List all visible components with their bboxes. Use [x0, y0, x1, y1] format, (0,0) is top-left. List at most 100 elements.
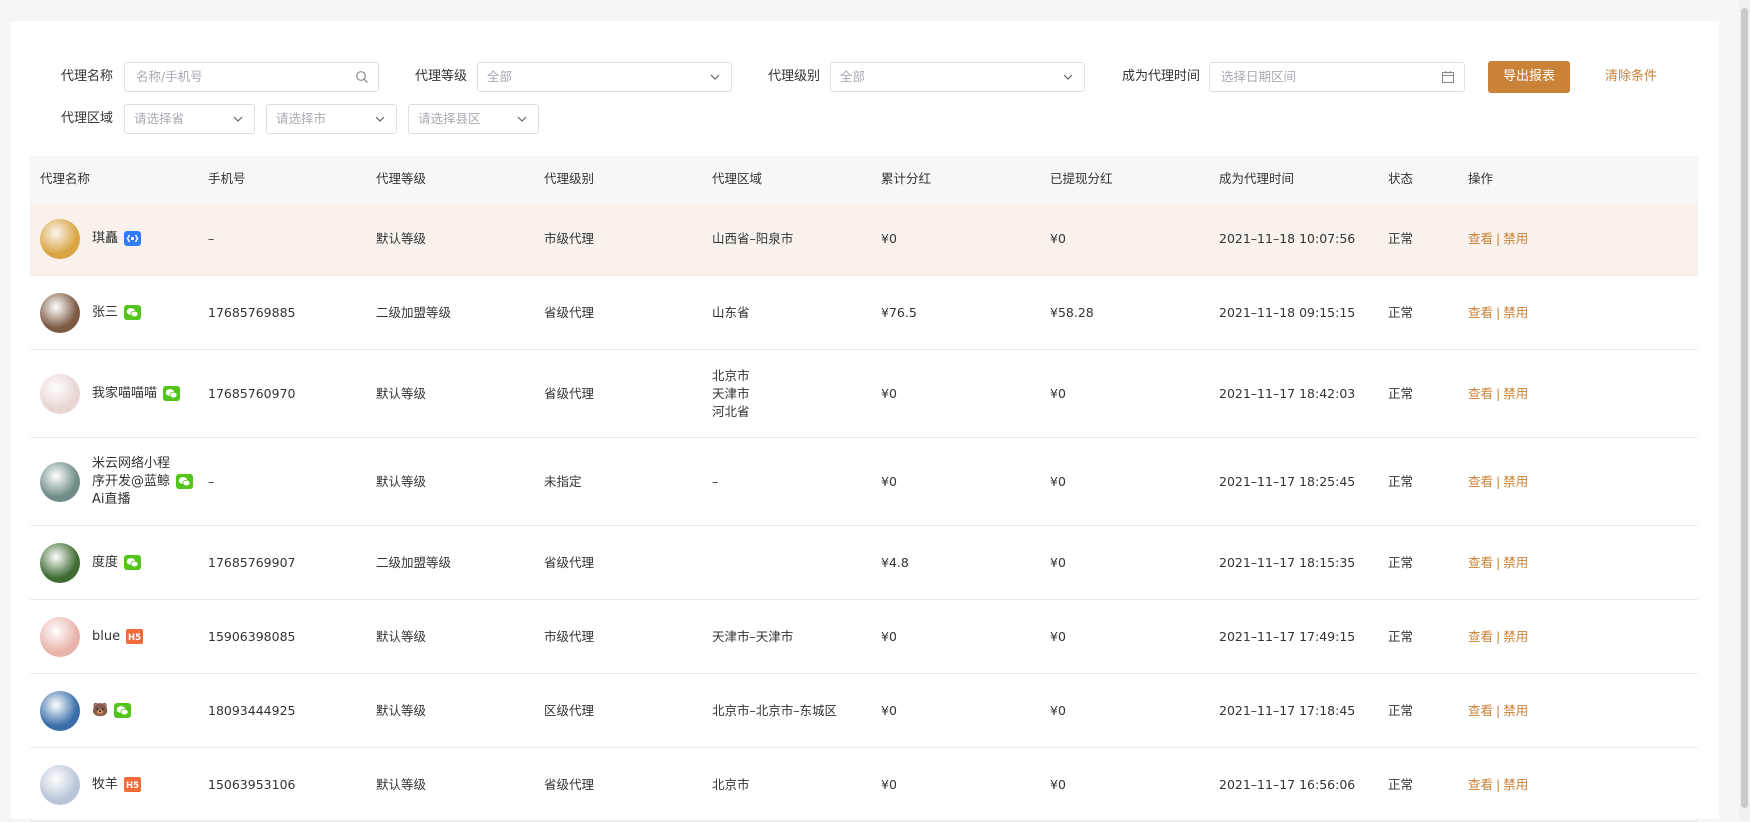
wechat-icon	[124, 555, 142, 570]
calendar-icon[interactable]	[1441, 70, 1455, 84]
level-cell: 市级代理	[544, 230, 595, 246]
grade-cell: 默认等级	[376, 628, 427, 644]
total-dividend-cell: ¥76.5	[881, 304, 917, 320]
agent-level-select[interactable]: 全部	[830, 62, 1085, 92]
svg-text:H5: H5	[128, 633, 141, 643]
view-link[interactable]: 查看	[1468, 703, 1493, 718]
view-link[interactable]: 查看	[1468, 305, 1493, 320]
agent-level-value: 全部	[840, 69, 866, 84]
wechat-icon	[114, 703, 132, 718]
level-cell: 未指定	[544, 473, 582, 489]
region-line: 北京市	[712, 776, 750, 792]
disable-link[interactable]: 禁用	[1503, 305, 1528, 320]
view-link[interactable]: 查看	[1468, 777, 1493, 792]
col-total-dividend: 累计分红	[881, 171, 932, 186]
level-cell: 市级代理	[544, 628, 595, 644]
table-row[interactable]: 琪矗 – 默认等级 市级代理 山西省–阳泉市 ¥0 ¥0 2021–11–18 10:07:5…	[30, 202, 1698, 276]
city-select[interactable]: 请选择市	[266, 104, 397, 134]
disable-link[interactable]: 禁用	[1503, 629, 1528, 644]
join-time-cell: 2021–11–17 18:15:35	[1219, 554, 1356, 570]
region-cell: –	[712, 473, 718, 491]
search-placeholder: 名称/手机号	[136, 69, 203, 84]
phone-cell: 17685760970	[208, 385, 296, 401]
wechat-icon	[124, 305, 142, 320]
view-link[interactable]: 查看	[1468, 231, 1493, 246]
disable-link[interactable]: 禁用	[1503, 555, 1528, 570]
level-cell: 省级代理	[544, 385, 595, 401]
region-label: 代理区域	[61, 111, 114, 126]
agent-name-label: 代理名称	[61, 69, 114, 84]
agent-list-panel: 代理名称 名称/手机号 代理等级 全部 代理级别 全部 成为代理时间 选择日期区…	[11, 21, 1719, 822]
agent-name-cell: 度度	[92, 554, 142, 572]
mini-program-icon	[124, 231, 142, 246]
export-report-button[interactable]: 导出报表	[1488, 61, 1570, 93]
view-link[interactable]: 查看	[1468, 629, 1493, 644]
action-separator: |	[1496, 776, 1501, 792]
total-dividend-cell: ¥0	[881, 702, 897, 718]
grade-cell: 默认等级	[376, 473, 427, 489]
county-select[interactable]: 请选择县区	[408, 104, 539, 134]
agent-name: 米云网络小程 序开发@蓝鲸 Ai直播	[92, 455, 170, 509]
col-region: 代理区域	[712, 171, 763, 186]
col-actions: 操作	[1468, 171, 1494, 186]
disable-link[interactable]: 禁用	[1503, 386, 1528, 401]
region-cell: 北京市	[712, 776, 750, 794]
join-time-cell: 2021–11–17 17:49:15	[1219, 628, 1356, 644]
table-row[interactable]: 我家喵喵喵 17685760970 默认等级 省级代理 北京市 天津市 河北省 ¥0 ¥0 202…	[30, 350, 1698, 438]
agent-grade-select[interactable]: 全部	[477, 62, 732, 92]
agent-name: 牧羊	[92, 776, 119, 792]
region-cell: 天津市–天津市	[712, 628, 793, 646]
agent-name: 我家喵喵喵	[92, 385, 158, 401]
table-row[interactable]: 张三 17685769885 二级加盟等级 省级代理 山东省 ¥76.5 ¥58.28 202…	[30, 276, 1698, 350]
agent-grade-label: 代理等级	[415, 69, 468, 84]
table-row[interactable]: 度度 17685769907 二级加盟等级 省级代理 ¥4.8 ¥0 2021–11–17 …	[30, 526, 1698, 600]
disable-link[interactable]: 禁用	[1503, 474, 1528, 489]
view-link[interactable]: 查看	[1468, 386, 1493, 401]
province-select[interactable]: 请选择省	[124, 104, 255, 134]
disable-link[interactable]: 禁用	[1503, 703, 1528, 718]
page-scrollbar[interactable]	[1739, 0, 1750, 819]
col-status: 状态	[1388, 171, 1414, 186]
agent-name-cell: 张三	[92, 304, 142, 322]
total-dividend-cell: ¥0	[881, 473, 897, 489]
status-cell: 正常	[1388, 702, 1414, 718]
table-row[interactable]: 🐻 18093444925 默认等级 区级代理 北京市–北京市–东城区 ¥0 ¥0 2021–…	[30, 674, 1698, 748]
clear-filters-button[interactable]: 清除条件	[1605, 60, 1657, 94]
search-icon[interactable]	[355, 70, 369, 84]
action-separator: |	[1496, 554, 1501, 570]
join-time-cell: 2021–11–17 18:42:03	[1219, 385, 1356, 401]
city-placeholder: 请选择市	[276, 111, 327, 126]
county-placeholder: 请选择县区	[418, 111, 481, 126]
agent-name-cell: blue H5	[92, 628, 144, 646]
disable-link[interactable]: 禁用	[1503, 777, 1528, 792]
agent-name-cell: 我家喵喵喵	[92, 385, 181, 403]
region-cell: 山西省–阳泉市	[712, 230, 793, 248]
region-line: 山西省–阳泉市	[712, 230, 794, 246]
actions-cell: 查看 | 禁用	[1468, 554, 1528, 572]
withdrawn-dividend-cell: ¥0	[1050, 230, 1066, 246]
scrollbar-thumb[interactable]	[1741, 8, 1748, 808]
view-link[interactable]: 查看	[1468, 555, 1493, 570]
status-cell: 正常	[1388, 628, 1414, 644]
grade-cell: 默认等级	[376, 776, 427, 792]
agent-grade-value: 全部	[487, 69, 513, 84]
agent-name: 度度	[92, 554, 119, 570]
table-row[interactable]: 牧羊 H5 15063953106 默认等级 省级代理 北京市 ¥0 ¥0 2021–11–17…	[30, 748, 1698, 822]
date-range-input[interactable]: 选择日期区间	[1209, 62, 1465, 92]
status-cell: 正常	[1388, 385, 1414, 401]
table-row[interactable]: 米云网络小程 序开发@蓝鲸 Ai直播 – 默认等级 未指定 – ¥0 ¥0 2021–11–17 …	[30, 438, 1698, 526]
region-line: 北京市–北京市–东城区	[712, 702, 838, 718]
agent-table: 代理名称 手机号 代理等级 代理级别 代理区域 累计分红 已提现分红 成为代理时…	[30, 156, 1698, 822]
agent-name-search-input[interactable]: 名称/手机号	[124, 62, 379, 92]
total-dividend-cell: ¥0	[881, 628, 897, 644]
phone-cell: 15906398085	[208, 628, 296, 644]
total-dividend-cell: ¥4.8	[881, 554, 909, 570]
disable-link[interactable]: 禁用	[1503, 231, 1528, 246]
agent-name: 🐻	[92, 702, 109, 718]
table-row[interactable]: blue H5 15906398085 默认等级 市级代理 天津市–天津市 ¥0 ¥0 2021…	[30, 600, 1698, 674]
total-dividend-cell: ¥0	[881, 230, 897, 246]
phone-cell: –	[208, 230, 215, 246]
view-link[interactable]: 查看	[1468, 474, 1493, 489]
h5-icon: H5	[126, 629, 144, 644]
col-withdrawn-dividend: 已提现分红	[1050, 171, 1113, 186]
